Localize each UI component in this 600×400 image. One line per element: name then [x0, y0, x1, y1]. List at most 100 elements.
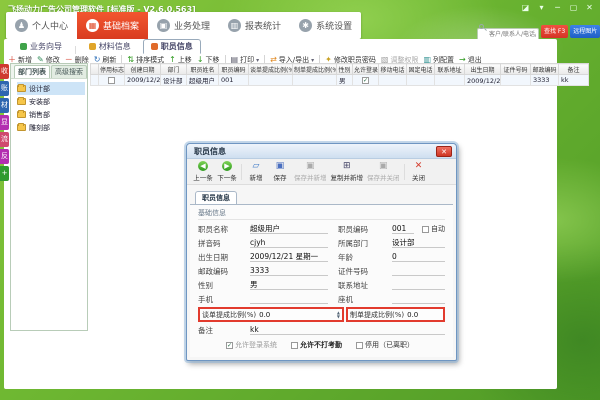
- tree-item-sales[interactable]: 销售部: [17, 108, 85, 121]
- nav-tab-business[interactable]: ▣ 业务处理: [148, 12, 219, 39]
- can-login-checkbox[interactable]: ✓: [362, 77, 369, 84]
- landline-field[interactable]: [392, 294, 445, 304]
- minimize-button[interactable]: ─: [552, 3, 563, 12]
- address-field[interactable]: [392, 280, 445, 290]
- dialog-tab-strip: 职员信息: [187, 185, 456, 204]
- checkbox-icon: [291, 342, 298, 349]
- close-button[interactable]: ✕: [584, 3, 595, 12]
- tree-item-design[interactable]: 设计部: [17, 82, 85, 95]
- zip-field[interactable]: 3333: [250, 266, 328, 276]
- age-field[interactable]: 0: [392, 252, 445, 262]
- search-area: 查找 F3 远程图片: [477, 21, 600, 41]
- code-field[interactable]: 001: [392, 224, 414, 234]
- department-field[interactable]: 设计部: [392, 238, 445, 248]
- commission-row-highlighted: 谈单提成比例(%) 0.0 ▲▼ 制单提成比例(%) 0.0: [198, 307, 445, 322]
- skin-icon[interactable]: ◪: [520, 3, 531, 12]
- toolbar-separator: [404, 164, 405, 180]
- nav-tab-settings[interactable]: ✱ 系统设置: [290, 12, 361, 39]
- chart-icon: ▥: [228, 19, 241, 32]
- pinyin-field[interactable]: cjyh: [250, 238, 328, 248]
- table-row[interactable]: 2009/12/24 设计部 超级用户 001 男 ✓ 2009/12/21 星…: [91, 75, 589, 86]
- dialog-title: 职员信息: [194, 146, 226, 157]
- quick-tab-1[interactable]: 收: [0, 64, 9, 79]
- table-header-row: 停用标志 创建日期 部门 职员姓名 职员编码 谈单提成比例(%) 制单提成比例(…: [91, 64, 589, 75]
- subtab-label: 业务向导: [30, 41, 62, 52]
- disabled-resigned-checkbox[interactable]: 停用（已离职）: [356, 340, 414, 350]
- talk-commission-field[interactable]: 0.0: [259, 311, 337, 319]
- birthday-field[interactable]: 2009/12/21 星期一: [250, 252, 328, 262]
- field-row: 手机 座机: [198, 292, 445, 306]
- save-icon: ▣: [306, 162, 315, 171]
- briefcase-icon: ▣: [157, 19, 170, 32]
- tree-tab-departments[interactable]: 部门列表: [14, 65, 50, 78]
- subtab-material-info[interactable]: 材料信息: [81, 39, 139, 54]
- dialog-titlebar[interactable]: 职员信息 ✕: [187, 144, 456, 159]
- search-icon: [479, 24, 484, 29]
- field-row: 拼音码 cjyh 所属部门 设计部: [198, 236, 445, 250]
- dialog-close-button[interactable]: ✕: [436, 146, 452, 157]
- tree-item-install[interactable]: 安装部: [17, 95, 85, 108]
- quick-tab-2[interactable]: 账: [0, 81, 9, 96]
- field-row: 性别 男 联系地址: [198, 278, 445, 292]
- quick-tab-add[interactable]: +: [0, 166, 9, 181]
- name-field[interactable]: 超级用户: [250, 224, 328, 234]
- save-icon: ▣: [276, 162, 285, 171]
- arrow-right-icon: ▶: [222, 161, 232, 171]
- tree-tab-search[interactable]: 高级搜索: [51, 65, 87, 78]
- no-attendance-checkbox[interactable]: 允许不打考勤: [291, 340, 342, 350]
- tree-items: 设计部 安装部 销售部 雕刻部: [11, 79, 87, 134]
- nav-tab-reports[interactable]: ▥ 报表统计: [219, 12, 290, 39]
- close-icon: ✕: [415, 162, 423, 171]
- gear-icon: ✱: [299, 19, 312, 32]
- nav-tab-basic-archives[interactable]: ▦ 基础档案: [77, 12, 148, 39]
- quick-tab-3[interactable]: 材: [0, 98, 9, 113]
- make-commission-field[interactable]: 0.0: [407, 311, 441, 319]
- window-controls: ◪ ▾ ─ ▢ ✕: [520, 3, 595, 12]
- field-row: 职员名称 超级用户 职员编码 001 自动: [198, 222, 445, 236]
- copy-and-new-button[interactable]: ⊞复制并新增: [331, 162, 364, 182]
- checkbox-icon: [356, 342, 363, 349]
- remote-image-button[interactable]: 远程图片: [570, 25, 600, 38]
- dialog-close-toolbar-button[interactable]: ✕关闭: [409, 162, 429, 182]
- new-page-icon: ▱: [253, 162, 260, 171]
- save-and-new-button[interactable]: ▣保存并新增: [294, 162, 327, 182]
- tree-item-engrave[interactable]: 雕刻部: [17, 121, 85, 134]
- remark-field[interactable]: kk: [250, 325, 445, 335]
- chevron-down-icon[interactable]: ▾: [536, 3, 547, 12]
- quick-tab-4[interactable]: 显: [0, 115, 9, 130]
- arrow-left-icon: ◀: [198, 161, 208, 171]
- allow-login-checkbox[interactable]: ✓允许登录系统: [226, 340, 277, 350]
- save-and-close-button[interactable]: ▣保存并关闭: [367, 162, 400, 182]
- nav-tab-label: 报表统计: [245, 19, 281, 32]
- quick-tab-6[interactable]: 反: [0, 149, 9, 164]
- dialog-tab-staff-info[interactable]: 职员信息: [195, 191, 237, 204]
- toolbar-separator: [241, 164, 242, 180]
- maximize-button[interactable]: ▢: [568, 3, 579, 12]
- gender-field[interactable]: 男: [250, 280, 328, 290]
- auto-code-checkbox[interactable]: 自动: [422, 224, 445, 234]
- find-button[interactable]: 查找 F3: [541, 25, 568, 38]
- subtab-business-wizard[interactable]: 业务向导: [12, 39, 70, 54]
- prev-record-button[interactable]: ◀上一条: [193, 161, 213, 182]
- id-number-field[interactable]: [392, 266, 445, 276]
- checkbox-icon: [422, 226, 429, 233]
- spinner-control[interactable]: ▲▼: [337, 311, 340, 319]
- dialog-toolbar: ◀上一条 ▶下一条 ▱新增 ▣保存 ▣保存并新增 ⊞复制并新增 ▣保存并关闭 ✕…: [187, 159, 456, 185]
- disabled-flag-checkbox[interactable]: [108, 77, 115, 84]
- save-button[interactable]: ▣保存: [270, 162, 290, 182]
- mobile-field[interactable]: [250, 294, 328, 304]
- spinner-down-icon[interactable]: ▼: [337, 315, 340, 319]
- person-icon: ♟: [15, 19, 28, 32]
- subtab-staff-info[interactable]: 职员信息: [143, 39, 201, 54]
- wizard-icon: [20, 43, 27, 50]
- subtab-separator: |: [74, 45, 77, 54]
- staff-icon: [151, 43, 158, 50]
- next-record-button[interactable]: ▶下一条: [217, 161, 237, 182]
- dialog-new-button[interactable]: ▱新增: [246, 162, 266, 182]
- quick-tab-5[interactable]: 流: [0, 132, 9, 147]
- nav-tab-personal[interactable]: ♟ 个人中心: [6, 12, 77, 39]
- quick-strip: 收 账 材 显 流 反 +: [0, 64, 9, 181]
- section-basic-info: 基础信息: [198, 208, 445, 220]
- grid-icon: ▦: [86, 19, 99, 32]
- subtab-label: 材料信息: [99, 41, 131, 52]
